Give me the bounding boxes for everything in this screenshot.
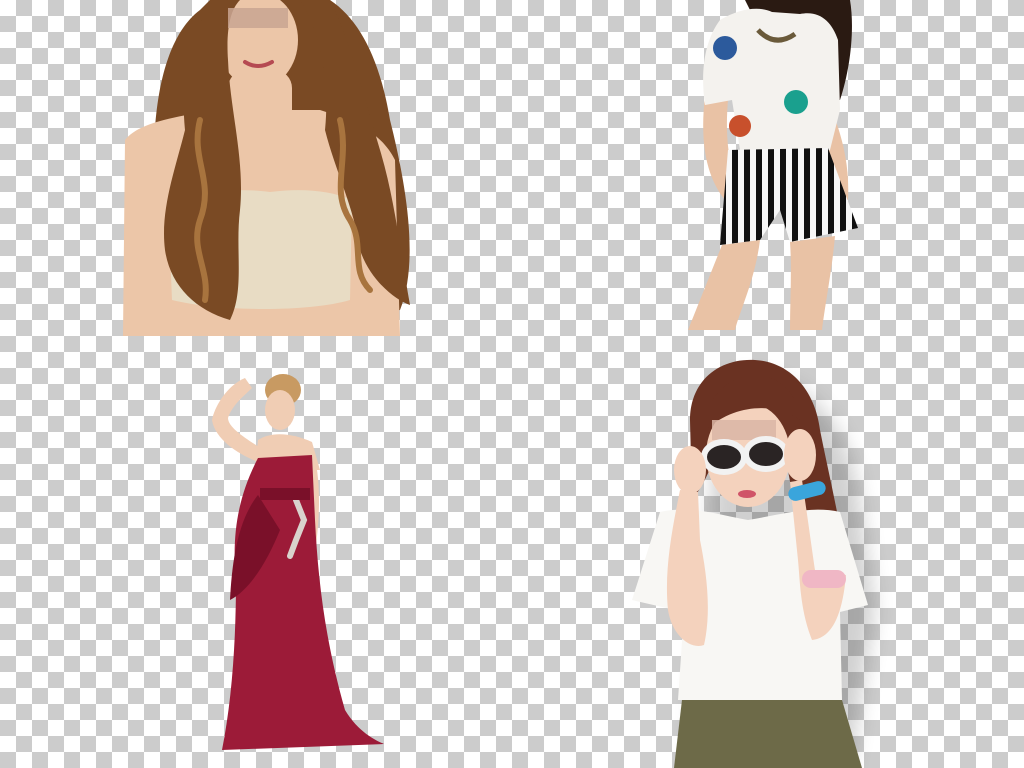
figure-sunglasses-woman <box>632 359 875 768</box>
figure-2-print-orange <box>729 115 751 137</box>
figure-1-face-mosaic <box>228 8 288 28</box>
figure-4-hand-left <box>674 446 706 494</box>
figure-2-leg-right <box>790 236 835 330</box>
figure-2-print-teal <box>784 90 808 114</box>
figure-3-belt <box>260 488 310 500</box>
figure-4-bracelet-pink <box>802 570 846 588</box>
figure-4-hand-right <box>784 429 816 481</box>
figure-4-lips <box>738 490 756 498</box>
sunglasses-lens-left <box>701 439 747 475</box>
photo-collage <box>123 0 875 768</box>
figure-3-arm-raised <box>212 378 264 462</box>
figure-4-skirt <box>674 700 862 768</box>
figure-3-head <box>265 390 295 430</box>
figure-striped-shorts-woman <box>688 0 858 330</box>
sunglasses-lens-right <box>743 436 789 472</box>
figure-2-leg-left <box>688 240 760 330</box>
figure-curly-hair-woman <box>123 0 410 336</box>
figure-2-print-blue <box>713 36 737 60</box>
figure-red-gown-woman <box>212 374 384 750</box>
